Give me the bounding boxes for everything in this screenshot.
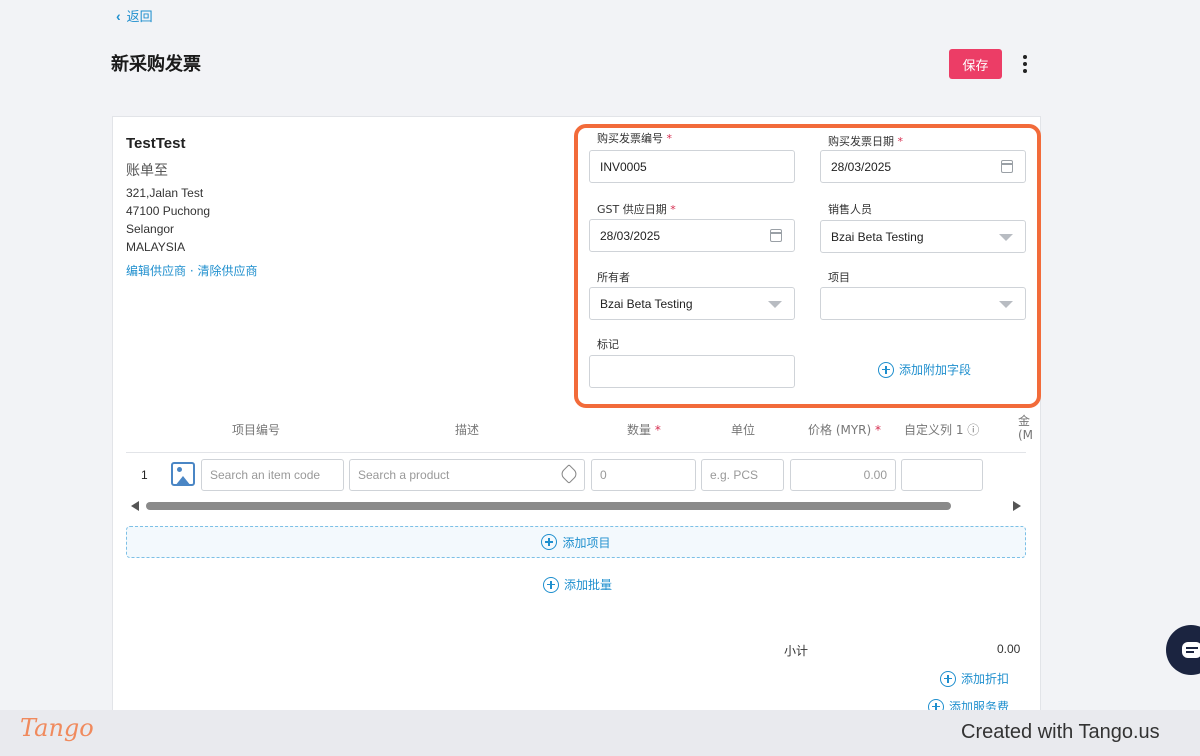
add-item-label: 添加项目 (562, 535, 611, 550)
unit-input[interactable]: e.g. PCS (701, 459, 784, 491)
more-options-icon[interactable] (1016, 52, 1034, 76)
remark-field[interactable] (589, 355, 795, 388)
address-line: MALAYSIA (126, 240, 186, 254)
add-discount-label: 添加折扣 (961, 672, 1010, 686)
plus-circle-icon (541, 534, 558, 550)
supplier-address: 321,Jalan Test 47100 Puchong Selangor MA… (126, 184, 210, 256)
address-line: 321,Jalan Test (126, 186, 204, 200)
tag-icon (559, 464, 579, 484)
col-item-code: 项目编号 (232, 423, 281, 437)
calendar-icon[interactable] (770, 229, 782, 242)
link-separator: · (189, 264, 194, 278)
invoice-no-field[interactable]: INV0005 (589, 150, 795, 183)
chat-icon (1182, 642, 1200, 658)
col-custom-1: 自定义列 1 ⓘ (904, 423, 980, 437)
col-clipped: 金 (M (1018, 414, 1034, 442)
page-title: 新采购发票 (111, 54, 201, 75)
salesperson-label: 销售人员 (828, 203, 872, 216)
quantity-input[interactable]: 0 (591, 459, 696, 491)
scroll-right-icon[interactable] (1013, 501, 1021, 511)
invoice-date-label: 购买发票日期 * (828, 135, 903, 148)
col-price: 价格 (MYR) * (808, 423, 882, 437)
gst-date-label: GST 供应日期 * (597, 203, 676, 216)
supplier-name: TestTest (126, 135, 186, 152)
chevron-down-icon (999, 234, 1013, 241)
horizontal-scrollbar[interactable] (126, 499, 1026, 513)
remark-label: 标记 (597, 338, 619, 351)
col-quantity: 数量 * (627, 423, 661, 437)
header-divider (126, 452, 1026, 453)
chevron-down-icon (999, 301, 1013, 308)
project-select[interactable] (820, 287, 1026, 320)
price-input[interactable]: 0.00 (790, 459, 896, 491)
chat-widget-button[interactable] (1166, 625, 1200, 675)
created-with-text: Created with Tango.us (961, 721, 1160, 743)
tango-logo: Tango (20, 714, 94, 742)
salesperson-select[interactable]: Bzai Beta Testing (820, 220, 1026, 253)
clear-supplier-link[interactable]: 清除供应商 (198, 264, 258, 278)
add-discount-button[interactable]: 添加折扣 (940, 670, 1009, 687)
edit-supplier-link[interactable]: 编辑供应商 (126, 264, 186, 278)
address-line: Selangor (126, 222, 175, 236)
row-number: 1 (141, 468, 148, 482)
info-icon[interactable]: ⓘ (967, 423, 979, 437)
add-extra-field-label: 添加附加字段 (899, 363, 972, 377)
project-label: 项目 (828, 271, 850, 284)
image-icon[interactable] (171, 462, 195, 486)
plus-circle-icon (940, 670, 956, 687)
add-extra-field-button[interactable]: 添加附加字段 (878, 361, 971, 378)
owner-label: 所有者 (597, 271, 630, 284)
add-batch-label: 添加批量 (564, 578, 613, 592)
bill-to-label: 账单至 (126, 163, 168, 179)
subtotal-label: 小计 (784, 644, 809, 658)
invoice-date-field[interactable]: 28/03/2025 (820, 150, 1026, 183)
back-label: 返回 (126, 9, 153, 24)
add-item-button[interactable]: 添加项目 (126, 526, 1026, 558)
add-batch-button[interactable]: 添加批量 (543, 576, 612, 593)
back-link[interactable]: ‹ 返回 (116, 6, 153, 25)
scrollbar-thumb[interactable] (146, 502, 951, 510)
supplier-links: 编辑供应商 · 清除供应商 (126, 262, 258, 279)
plus-circle-icon (543, 576, 559, 593)
address-line: 47100 Puchong (126, 204, 211, 218)
scroll-left-icon[interactable] (131, 501, 139, 511)
save-button[interactable]: 保存 (949, 49, 1002, 79)
product-search-input[interactable]: Search a product (349, 459, 585, 491)
chevron-left-icon: ‹ (116, 7, 121, 24)
subtotal-value: 0.00 (997, 642, 1021, 656)
plus-circle-icon (878, 361, 894, 378)
col-description: 描述 (455, 423, 480, 437)
supplier-block: TestTest 账单至 321,Jalan Test 47100 Puchon… (126, 135, 210, 256)
calendar-icon[interactable] (1001, 160, 1013, 173)
invoice-no-label: 购买发票编号 * (597, 132, 672, 145)
col-unit: 单位 (731, 423, 756, 437)
custom-1-input[interactable] (901, 459, 983, 491)
item-code-input[interactable]: Search an item code (201, 459, 344, 491)
gst-date-field[interactable]: 28/03/2025 (589, 219, 795, 252)
chevron-down-icon (768, 301, 782, 308)
owner-select[interactable]: Bzai Beta Testing (589, 287, 795, 320)
